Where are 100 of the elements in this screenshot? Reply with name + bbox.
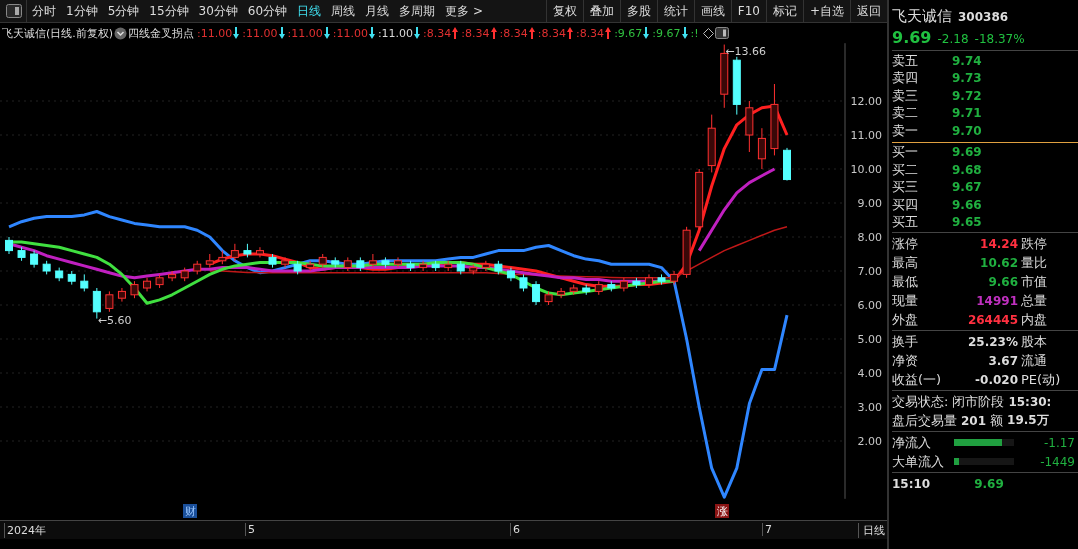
amount-label: 额	[990, 411, 1004, 430]
candlestick	[331, 256, 340, 269]
flow-value: -1449	[1039, 454, 1076, 469]
event-badge[interactable]: 涨	[715, 504, 729, 518]
axis-label: 9.00	[857, 197, 882, 210]
stat-value: 14991	[975, 293, 1019, 308]
candlestick	[5, 236, 13, 255]
axis-label: 10.00	[850, 163, 882, 176]
bid-price: 9.69	[952, 145, 982, 160]
candlestick	[670, 270, 679, 286]
period-tab[interactable]: 30分钟	[193, 0, 243, 22]
ask-price: 9.74	[952, 53, 982, 68]
stat-label: 股本	[1021, 332, 1047, 351]
stat-label: 现量	[892, 291, 919, 310]
stat-value: 264445	[966, 312, 1019, 327]
indicator-value: :11.00	[332, 26, 368, 40]
indicator-value: :8.34	[499, 26, 528, 40]
stat-label: 市值	[1021, 272, 1047, 291]
candlestick	[130, 280, 139, 299]
candlestick	[494, 260, 503, 275]
toolbar-button[interactable]: F10	[730, 0, 766, 22]
period-tab[interactable]: 周线	[326, 0, 361, 22]
toolbar-button[interactable]: 画线	[693, 0, 731, 22]
candlestick	[657, 273, 666, 286]
period-tab[interactable]: 60分钟	[242, 0, 293, 22]
panel-toggle-icon[interactable]	[714, 27, 729, 39]
toolbar-button[interactable]: +自选	[802, 0, 850, 22]
indicator-value: :8.34	[575, 26, 605, 40]
stat-label: 涨停	[892, 234, 919, 253]
candlestick	[569, 284, 578, 296]
candlestick	[732, 56, 741, 116]
axis-label: 3.00	[857, 401, 882, 414]
ask-label: 卖五	[892, 51, 918, 70]
period-tab[interactable]: 5分钟	[102, 0, 145, 22]
stat-value: 14.24	[979, 236, 1019, 251]
stat-value: 10.62	[979, 255, 1019, 270]
candlestick	[394, 256, 402, 269]
stat-label: 总量	[1021, 291, 1047, 310]
period-tab[interactable]: 多周期	[394, 0, 441, 22]
candlestick	[431, 260, 440, 272]
bid-price: 9.68	[952, 162, 982, 177]
stat-label: 最低	[892, 272, 919, 291]
candlestick	[506, 267, 515, 282]
candlestick	[519, 273, 528, 292]
period-tab[interactable]: 15分钟	[144, 0, 194, 22]
stat-label: 收益(一)	[892, 370, 943, 389]
toolbar-button[interactable]: 返回	[850, 0, 887, 22]
ask-label: 卖二	[892, 104, 918, 123]
period-tab[interactable]: 1分钟	[61, 0, 103, 22]
candlestick	[255, 246, 264, 258]
toolbar-button[interactable]: 复权	[545, 0, 583, 22]
ask-price: 9.73	[952, 71, 982, 86]
candlestick	[368, 253, 377, 269]
indicator-name: 四线金叉拐点	[128, 25, 195, 41]
stat-label: 跌停	[1021, 234, 1047, 253]
flow-label: 大单流入	[892, 452, 945, 471]
toolbar-button[interactable]: 标记	[765, 0, 803, 22]
candlestick	[30, 250, 39, 269]
stat-value: 25.23%	[967, 334, 1019, 349]
tick-time: 15:10	[892, 476, 931, 491]
axis-label: 6	[510, 523, 520, 536]
candlestick	[105, 290, 114, 313]
toolbar-button[interactable]: 统计	[656, 0, 694, 22]
candlestick	[481, 260, 490, 272]
dropdown-icon[interactable]	[114, 26, 128, 40]
stock-name: 飞天诚信	[892, 7, 952, 26]
event-badge[interactable]: 财	[183, 504, 197, 518]
candlestick	[42, 260, 51, 275]
indicator-value: :11.00	[377, 26, 414, 40]
status-value: 闭市阶段	[952, 392, 1005, 411]
toolbar-button[interactable]: 叠加	[582, 0, 620, 22]
panel-toggle-icon[interactable]	[6, 4, 22, 18]
candlestick	[532, 280, 541, 306]
period-tab[interactable]: 日线	[292, 0, 327, 22]
candlestick	[406, 260, 415, 272]
flow-label: 净流入	[892, 433, 932, 452]
candlestick	[607, 280, 616, 292]
candlestick	[419, 260, 428, 272]
candlestick	[243, 243, 252, 258]
ask-label: 卖三	[892, 86, 918, 105]
stat-label: 流通	[1021, 351, 1047, 370]
indicator-value: :11.00	[242, 26, 278, 40]
toolbar-button[interactable]: 多股	[619, 0, 657, 22]
indicator-value: :!	[690, 26, 699, 40]
diamond-icon[interactable]	[702, 27, 714, 39]
axis-label: 5	[245, 523, 255, 536]
candlestick	[343, 256, 352, 272]
period-tab[interactable]: 月线	[360, 0, 395, 22]
candlestick	[80, 273, 89, 292]
candlestick	[757, 127, 766, 170]
indicator-value: :11.00	[287, 26, 323, 40]
candlestick	[544, 290, 553, 306]
candlestick	[745, 100, 754, 153]
bid-label: 买二	[892, 160, 918, 179]
axis-label: 7.00	[857, 265, 882, 278]
period-tab[interactable]: 更多 >	[440, 0, 488, 22]
axis-label: 6.00	[857, 299, 882, 312]
candlestick	[444, 260, 453, 272]
period-tab[interactable]: 分时	[27, 0, 61, 22]
stat-label: 最高	[892, 253, 919, 272]
